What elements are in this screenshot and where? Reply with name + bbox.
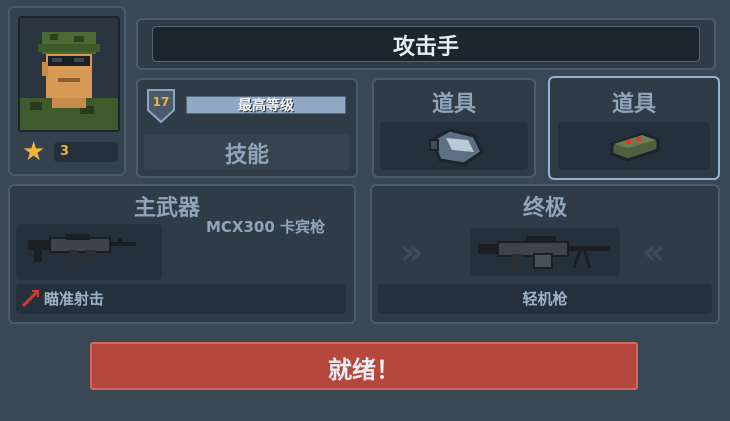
canister-grenade-icon <box>424 126 488 168</box>
ultimate-panel[interactable]: 终极 » « 轻机枪 <box>370 184 720 324</box>
ultimate-weapon-name: 轻机枪 <box>522 290 568 308</box>
chevron-right-icon: » <box>400 232 424 273</box>
level-skill-panel: 17 最高等级 技能 <box>136 78 358 178</box>
item-2-label: 道具 <box>611 92 656 117</box>
perk-row: 瞄准射击 <box>16 284 346 314</box>
star-rating: ★ 3 <box>18 138 118 166</box>
skill-button[interactable]: 技能 <box>144 134 350 170</box>
perk-label: 瞄准射击 <box>44 290 105 308</box>
crosshair-perk-icon <box>20 287 42 309</box>
chevron-left-icon: « <box>642 232 666 273</box>
ultimate-title: 终极 <box>522 196 567 221</box>
level-shield-icon: 17 <box>146 88 176 124</box>
primary-weapon-panel[interactable]: 主武器 MCX300 卡宾枪 瞄准射击 <box>8 184 356 324</box>
item-slot-2[interactable]: 道具 <box>548 76 720 180</box>
ready-button[interactable]: 就绪！ <box>90 342 638 390</box>
level-bar: 最高等级 <box>186 96 346 114</box>
portrait-panel: ★ 3 <box>8 6 126 176</box>
ultimate-name-row: 轻机枪 <box>378 284 712 314</box>
primary-weapon-name: MCX300 卡宾枪 <box>206 218 326 236</box>
star-count: 3 <box>60 144 70 159</box>
landmine-icon <box>608 132 662 162</box>
star-icon: ★ <box>22 137 46 167</box>
item-slot-1[interactable]: 道具 <box>372 78 536 178</box>
light-machine-gun-icon <box>476 232 614 274</box>
ready-button-label: 就绪！ <box>328 356 400 384</box>
character-name: 攻击手 <box>392 35 459 60</box>
character-name-panel: 攻击手 <box>136 18 716 70</box>
item-1-label: 道具 <box>431 92 476 117</box>
level-status: 最高等级 <box>238 98 294 114</box>
soldier-portrait <box>18 16 120 132</box>
level-number: 17 <box>152 95 170 109</box>
skill-label: 技能 <box>224 143 269 168</box>
carbine-rifle-icon <box>26 230 138 274</box>
